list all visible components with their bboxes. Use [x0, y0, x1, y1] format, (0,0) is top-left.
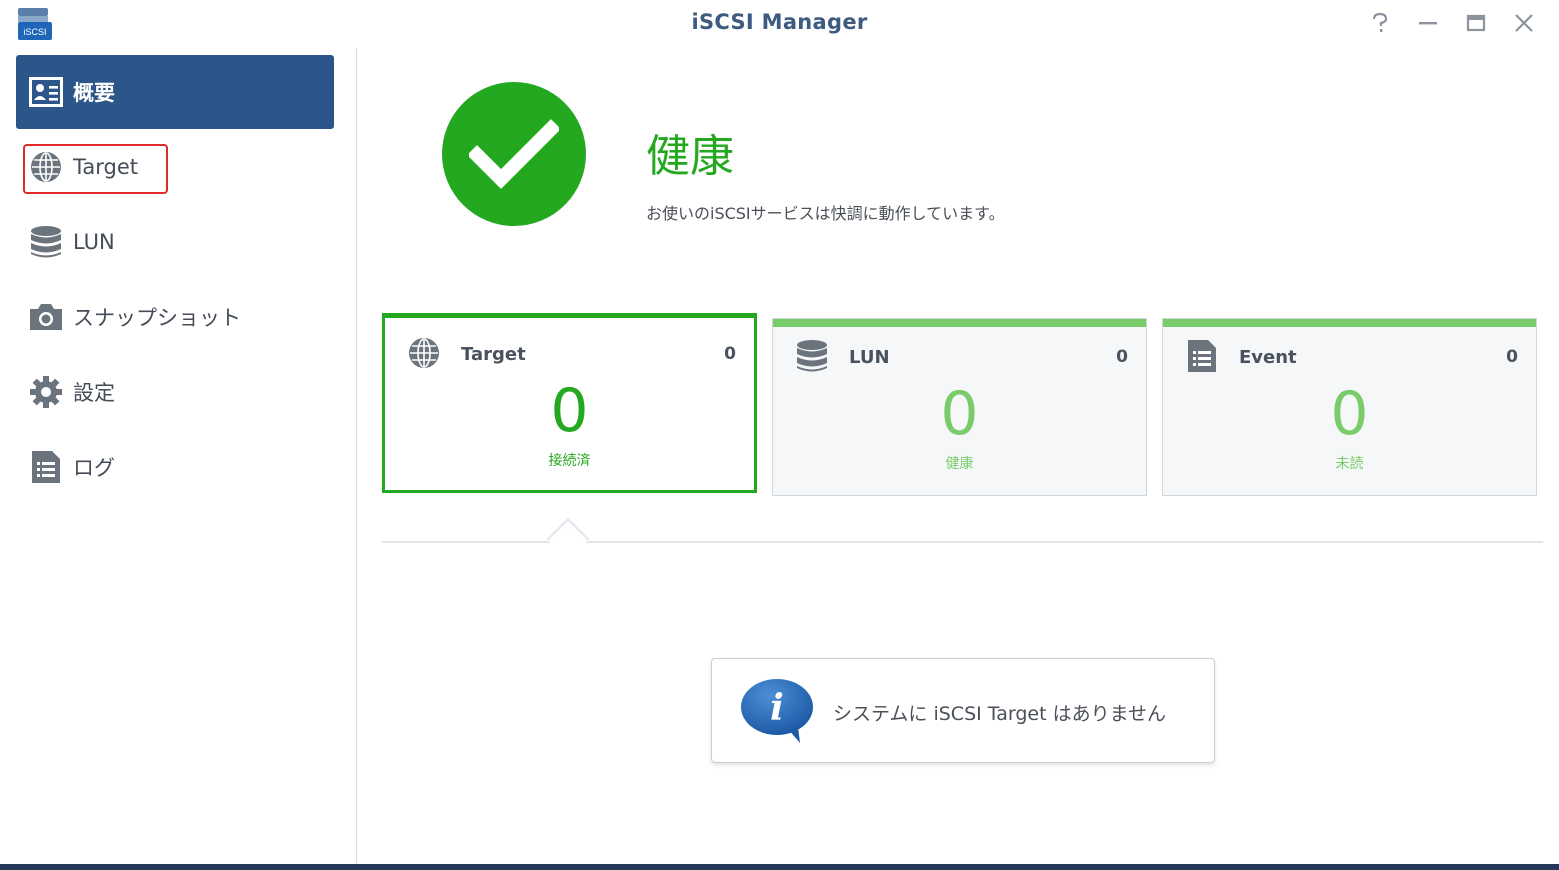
status-description: お使いのiSCSIサービスは快調に動作しています。 — [646, 204, 1005, 223]
minimize-icon — [1419, 22, 1437, 25]
globe-icon — [28, 149, 64, 185]
card-subtitle: 未読 — [1335, 456, 1364, 472]
status-title: 健康 — [646, 131, 734, 182]
svg-text:i: i — [770, 687, 784, 729]
sidebar-item-label: 設定 — [73, 381, 115, 405]
card-count: 0 — [724, 344, 736, 364]
sidebar-item-label: LUN — [73, 230, 115, 254]
close-icon — [1515, 14, 1533, 32]
checkmark-icon — [469, 119, 559, 189]
card-big-number: 0 — [550, 376, 589, 446]
empty-state-text: システムに iSCSI Target はありません — [833, 703, 1167, 725]
gear-icon — [28, 374, 64, 410]
sidebar-item-settings[interactable]: 設定 — [16, 355, 334, 429]
sidebar-item-target[interactable]: Target — [16, 130, 334, 204]
sidebar-item-overview[interactable]: 概要 — [16, 55, 334, 129]
camera-icon — [28, 299, 64, 335]
card-count: 0 — [1116, 347, 1128, 367]
window-title: iSCSI Manager — [691, 10, 868, 34]
status-circle — [442, 82, 586, 226]
sidebar-item-label: 概要 — [73, 81, 115, 105]
sidebar-item-snapshot[interactable]: スナップショット — [16, 280, 334, 354]
close-button[interactable] — [1509, 8, 1539, 38]
card-count: 0 — [1506, 347, 1518, 367]
sidebar-item-label: ログ — [73, 456, 115, 480]
log-list-icon — [1185, 339, 1219, 373]
question-icon — [1372, 13, 1388, 32]
card-big-number: 0 — [1330, 379, 1369, 449]
sidebar-item-label: スナップショット — [73, 306, 241, 330]
sidebar-item-lun[interactable]: LUN — [16, 205, 334, 279]
maximize-button[interactable] — [1461, 8, 1491, 38]
database-icon — [795, 339, 829, 373]
sidebar-item-label: Target — [73, 155, 138, 179]
overview-card-icon — [28, 74, 64, 110]
card-title: LUN — [849, 347, 890, 368]
card-title: Target — [461, 344, 526, 365]
target-summary-card[interactable]: Target 0 0 接続済 — [382, 313, 757, 493]
empty-state-message: i システムに iSCSI Target はありません — [711, 658, 1215, 763]
card-subtitle: 接続済 — [548, 453, 591, 469]
log-list-icon — [28, 449, 64, 485]
sidebar-item-log[interactable]: ログ — [16, 430, 334, 504]
card-title: Event — [1239, 347, 1297, 368]
help-button[interactable] — [1365, 8, 1395, 38]
database-icon — [28, 224, 64, 260]
card-subtitle: 健康 — [945, 456, 974, 472]
minimize-button[interactable] — [1413, 8, 1443, 38]
sidebar: 概要 Target LUN スナップショット 設定 ログ — [0, 48, 357, 864]
info-bubble-icon: i — [740, 677, 816, 745]
title-bar: iSCSI iSCSI Manager — [0, 0, 1559, 48]
event-summary-card[interactable]: Event 0 0 未読 — [1162, 318, 1537, 496]
globe-icon — [407, 336, 441, 370]
taskbar-strip — [0, 864, 1559, 870]
main-panel: 健康 お使いのiSCSIサービスは快調に動作しています。 Target 0 0 … — [358, 48, 1559, 864]
lun-summary-card[interactable]: LUN 0 0 健康 — [772, 318, 1147, 496]
card-big-number: 0 — [940, 379, 979, 449]
selected-card-pointer — [546, 517, 590, 561]
maximize-icon — [1466, 14, 1486, 32]
